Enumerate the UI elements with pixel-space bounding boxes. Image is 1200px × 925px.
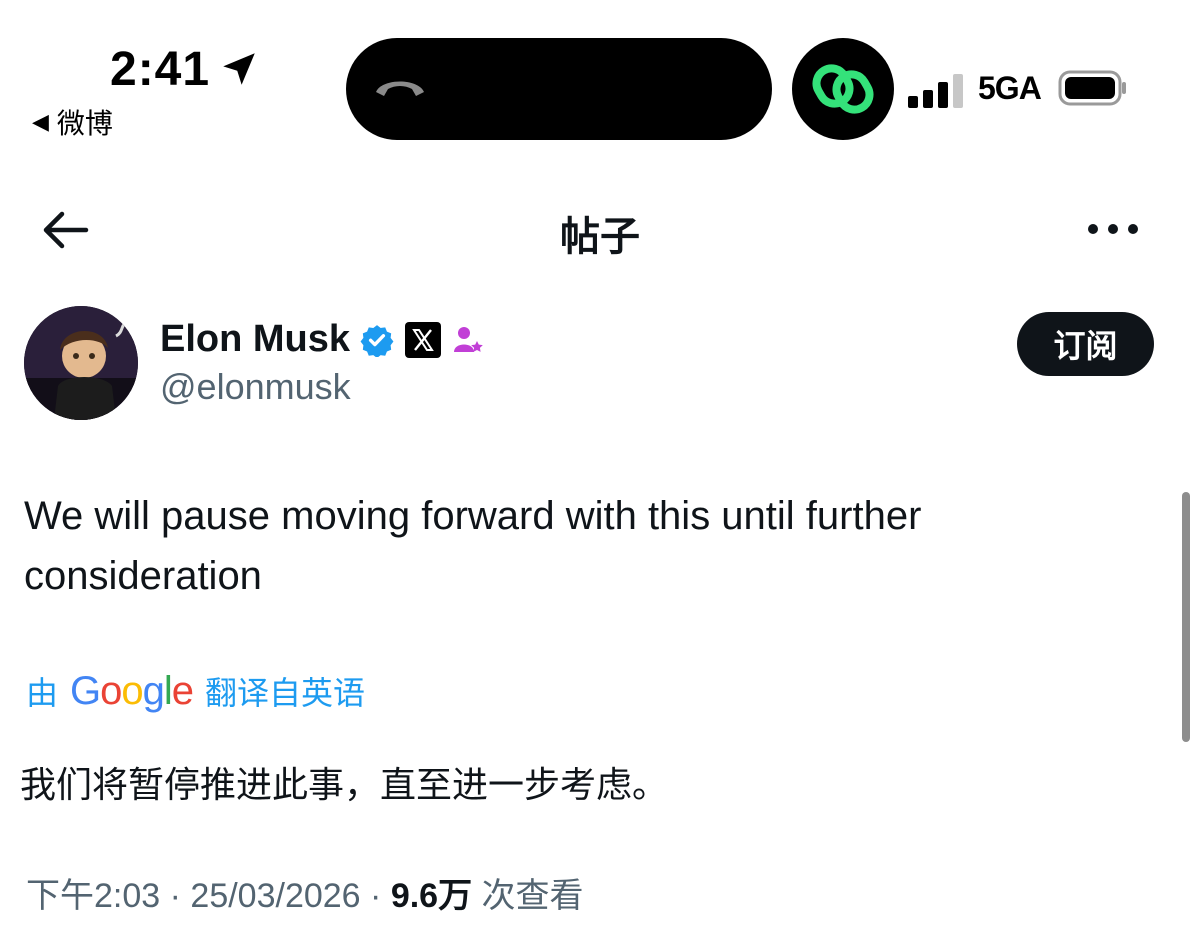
back-app-label: 微博 (56, 108, 113, 139)
phone-hangup-icon (376, 81, 424, 96)
back-triangle-icon: ◀ (32, 109, 49, 134)
signal-icon (908, 70, 964, 108)
translation-prefix: 由 (26, 675, 59, 711)
user-name[interactable]: Elon Musk (160, 318, 350, 361)
page-title: 帖子 (560, 215, 640, 259)
translated-text: 我们将暂停推进此事，直至进一步考虑。 (20, 764, 669, 805)
avatar-image (24, 306, 138, 420)
back-to-app-button[interactable]: ◀ 微博 (32, 102, 113, 142)
google-logo: Google (70, 668, 194, 713)
link-icon (812, 64, 874, 114)
status-time: 2:41 (110, 43, 211, 96)
translation-suffix: 翻译自英语 (205, 675, 366, 711)
post-time[interactable]: 下午2:03 (26, 877, 160, 915)
more-icon[interactable] (1084, 218, 1142, 240)
post-date[interactable]: 25/03/2026 (190, 877, 360, 915)
name-row: Elon Musk (160, 318, 484, 361)
dynamic-island[interactable] (346, 38, 772, 140)
view-count: 9.6万 (390, 877, 473, 915)
tweet-text: We will pause moving forward with this u… (24, 494, 922, 598)
affiliate-icon (454, 326, 483, 352)
view-label: 次查看 (481, 877, 584, 915)
meta-separator: · (370, 877, 382, 915)
location-arrow-icon (223, 53, 255, 85)
translation-attribution[interactable]: 由 Google 翻译自英语 (26, 668, 365, 714)
tweet-meta: 下午2:03 · 25/03/2026 · 9.6万 次查看 (26, 868, 584, 917)
network-type: 5GA (978, 70, 1042, 106)
user-handle[interactable]: @elonmusk (160, 366, 351, 408)
battery-icon (1058, 70, 1126, 106)
meta-separator: · (169, 877, 181, 915)
x-logo-icon (405, 321, 442, 358)
subscribe-button[interactable]: 订阅 (1017, 312, 1154, 376)
verified-badge-icon (360, 324, 394, 357)
scrollbar[interactable] (1182, 492, 1190, 742)
link-app-bubble[interactable] (792, 38, 894, 140)
avatar[interactable] (24, 306, 138, 420)
